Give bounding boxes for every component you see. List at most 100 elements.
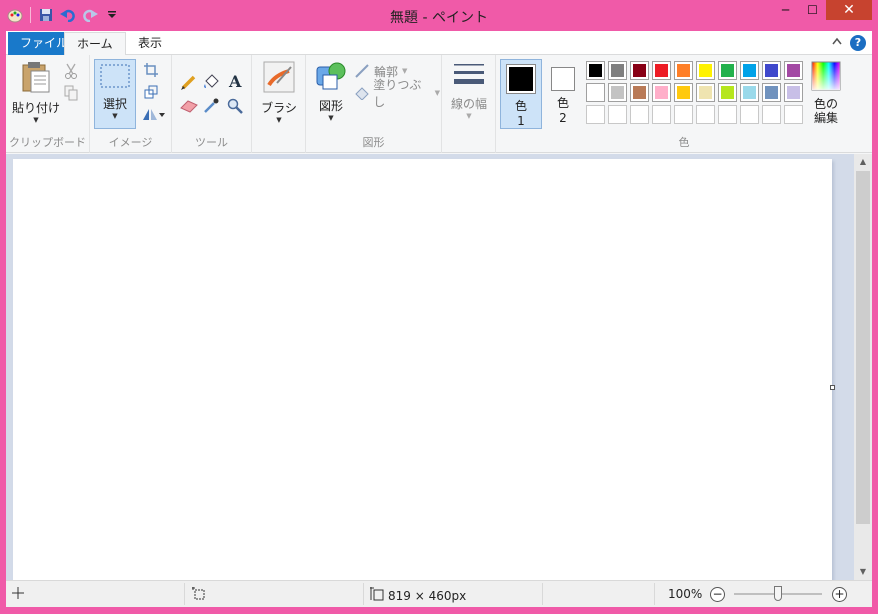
select-button[interactable]: 選択 ▼ <box>94 59 136 129</box>
clipboard-paste-icon <box>21 61 51 96</box>
tools-group-label: ツール <box>195 136 228 149</box>
palette-swatch[interactable] <box>762 83 781 102</box>
outline-icon <box>355 64 369 78</box>
palette-swatch[interactable] <box>784 105 803 124</box>
eraser-icon[interactable] <box>180 97 198 115</box>
copy-icon[interactable] <box>62 84 80 102</box>
crop-icon[interactable] <box>142 61 160 79</box>
magnifier-icon[interactable] <box>226 97 244 115</box>
color1-number: 1 <box>517 114 525 128</box>
size-button[interactable]: 線の幅 ▼ <box>446 61 492 120</box>
svg-text:A: A <box>228 73 242 89</box>
collapse-ribbon-icon[interactable] <box>832 34 842 48</box>
select-label: 選択 <box>102 97 127 111</box>
minimize-button[interactable]: ─ <box>772 0 799 20</box>
image-group-label: イメージ <box>108 136 153 149</box>
canvas-size-text: 819 × 460px <box>388 588 467 603</box>
tools-group: A ツール <box>172 55 252 153</box>
palette-swatch[interactable] <box>718 83 737 102</box>
color-picker-icon[interactable] <box>202 97 220 115</box>
color2-number: 2 <box>559 111 567 125</box>
palette-swatch[interactable] <box>674 61 693 80</box>
palette-swatch[interactable] <box>652 83 671 102</box>
text-icon[interactable]: A <box>226 72 244 90</box>
close-button[interactable]: ✕ <box>826 0 872 20</box>
resize-handle-right[interactable] <box>830 385 835 390</box>
edit-colors-label-line2: 編集 <box>813 111 838 125</box>
color2-label: 色 <box>556 96 569 110</box>
palette-swatch[interactable] <box>784 83 803 102</box>
palette-swatch[interactable] <box>608 83 627 102</box>
shapes-group: 図形 ▼ 輪郭 ▼ 塗りつぶし ▼ 図形 <box>306 55 442 153</box>
palette-swatch[interactable] <box>762 61 781 80</box>
tab-view[interactable]: 表示 <box>126 32 174 55</box>
palette-swatch[interactable] <box>586 105 605 124</box>
ribbon: 貼り付け ▼ クリップボード 選択 ▼ イメージ A ツール ブラシ ▼ 図形 … <box>6 55 872 153</box>
color2-swatch <box>551 67 575 91</box>
help-icon[interactable]: ? <box>850 35 866 51</box>
palette-swatch[interactable] <box>718 105 737 124</box>
rotate-icon[interactable] <box>140 105 166 123</box>
scroll-down-icon[interactable]: ▼ <box>854 564 872 580</box>
fill-icon <box>355 87 369 100</box>
fill-dropdown[interactable]: 塗りつぶし ▼ <box>354 78 440 109</box>
palette-swatch[interactable] <box>696 61 715 80</box>
palette-swatch[interactable] <box>630 83 649 102</box>
palette-swatch[interactable] <box>608 105 627 124</box>
status-separator <box>654 583 655 605</box>
palette-swatch[interactable] <box>784 61 803 80</box>
title-bar: 無題 - ペイント ─ ☐ ✕ <box>0 0 878 31</box>
clipboard-group-label: クリップボード <box>9 136 86 149</box>
fill-label: 塗りつぶし <box>373 78 422 109</box>
maximize-button[interactable]: ☐ <box>799 0 826 20</box>
edit-colors-button[interactable]: 色の 編集 <box>804 61 848 125</box>
zoom-out-icon[interactable]: − <box>710 587 725 602</box>
palette-swatch[interactable] <box>696 105 715 124</box>
palette-swatch[interactable] <box>740 61 759 80</box>
palette-swatch[interactable] <box>740 105 759 124</box>
drawing-canvas[interactable] <box>13 159 832 580</box>
colors-group: 色 1 色 2 色の 編集 色 <box>496 55 872 153</box>
tab-home[interactable]: ホーム <box>64 32 126 56</box>
vertical-scrollbar[interactable]: ▲ ▼ <box>854 154 872 580</box>
palette-swatch[interactable] <box>586 61 605 80</box>
resize-icon[interactable] <box>142 83 160 101</box>
clipboard-group: 貼り付け ▼ クリップボード <box>6 55 90 153</box>
palette-swatch[interactable] <box>718 61 737 80</box>
shapes-button[interactable]: 図形 ▼ <box>310 61 352 122</box>
fill-bucket-icon[interactable] <box>202 73 220 91</box>
palette-swatch[interactable] <box>674 105 693 124</box>
palette-swatch[interactable] <box>652 105 671 124</box>
shapes-label: 図形 <box>318 99 343 113</box>
pencil-icon[interactable] <box>180 73 198 91</box>
chevron-down-icon: ▼ <box>276 116 282 124</box>
palette-swatch[interactable] <box>586 83 605 102</box>
palette-swatch[interactable] <box>696 83 715 102</box>
color1-swatch <box>506 64 536 94</box>
zoom-level: 100% <box>668 587 703 601</box>
cut-icon[interactable] <box>62 62 80 80</box>
color1-label: 色 <box>514 99 527 113</box>
palette-swatch[interactable] <box>674 83 693 102</box>
paste-button[interactable]: 貼り付け ▼ <box>12 61 60 124</box>
shapes-icon <box>315 61 347 94</box>
status-separator <box>542 583 543 605</box>
image-group: 選択 ▼ イメージ <box>90 55 172 153</box>
chevron-down-icon: ▼ <box>402 67 408 75</box>
window-title: 無題 - ペイント <box>390 10 488 26</box>
palette-swatch[interactable] <box>652 61 671 80</box>
color1-button[interactable]: 色 1 <box>500 59 542 129</box>
palette-swatch[interactable] <box>630 61 649 80</box>
scroll-up-icon[interactable]: ▲ <box>854 154 872 170</box>
palette-swatch[interactable] <box>608 61 627 80</box>
chevron-down-icon: ▼ <box>112 112 118 120</box>
app-frame: ファイル ホーム 表示 ? 貼り付け ▼ クリップボード 選択 ▼ イメージ A… <box>6 31 872 607</box>
scrollbar-thumb[interactable] <box>856 171 870 524</box>
zoom-in-icon[interactable]: + <box>832 587 847 602</box>
color2-button[interactable]: 色 2 <box>544 67 582 125</box>
zoom-slider-thumb[interactable] <box>774 586 782 601</box>
brushes-button[interactable]: ブラシ ▼ <box>258 61 300 124</box>
palette-swatch[interactable] <box>630 105 649 124</box>
palette-swatch[interactable] <box>740 83 759 102</box>
palette-swatch[interactable] <box>762 105 781 124</box>
